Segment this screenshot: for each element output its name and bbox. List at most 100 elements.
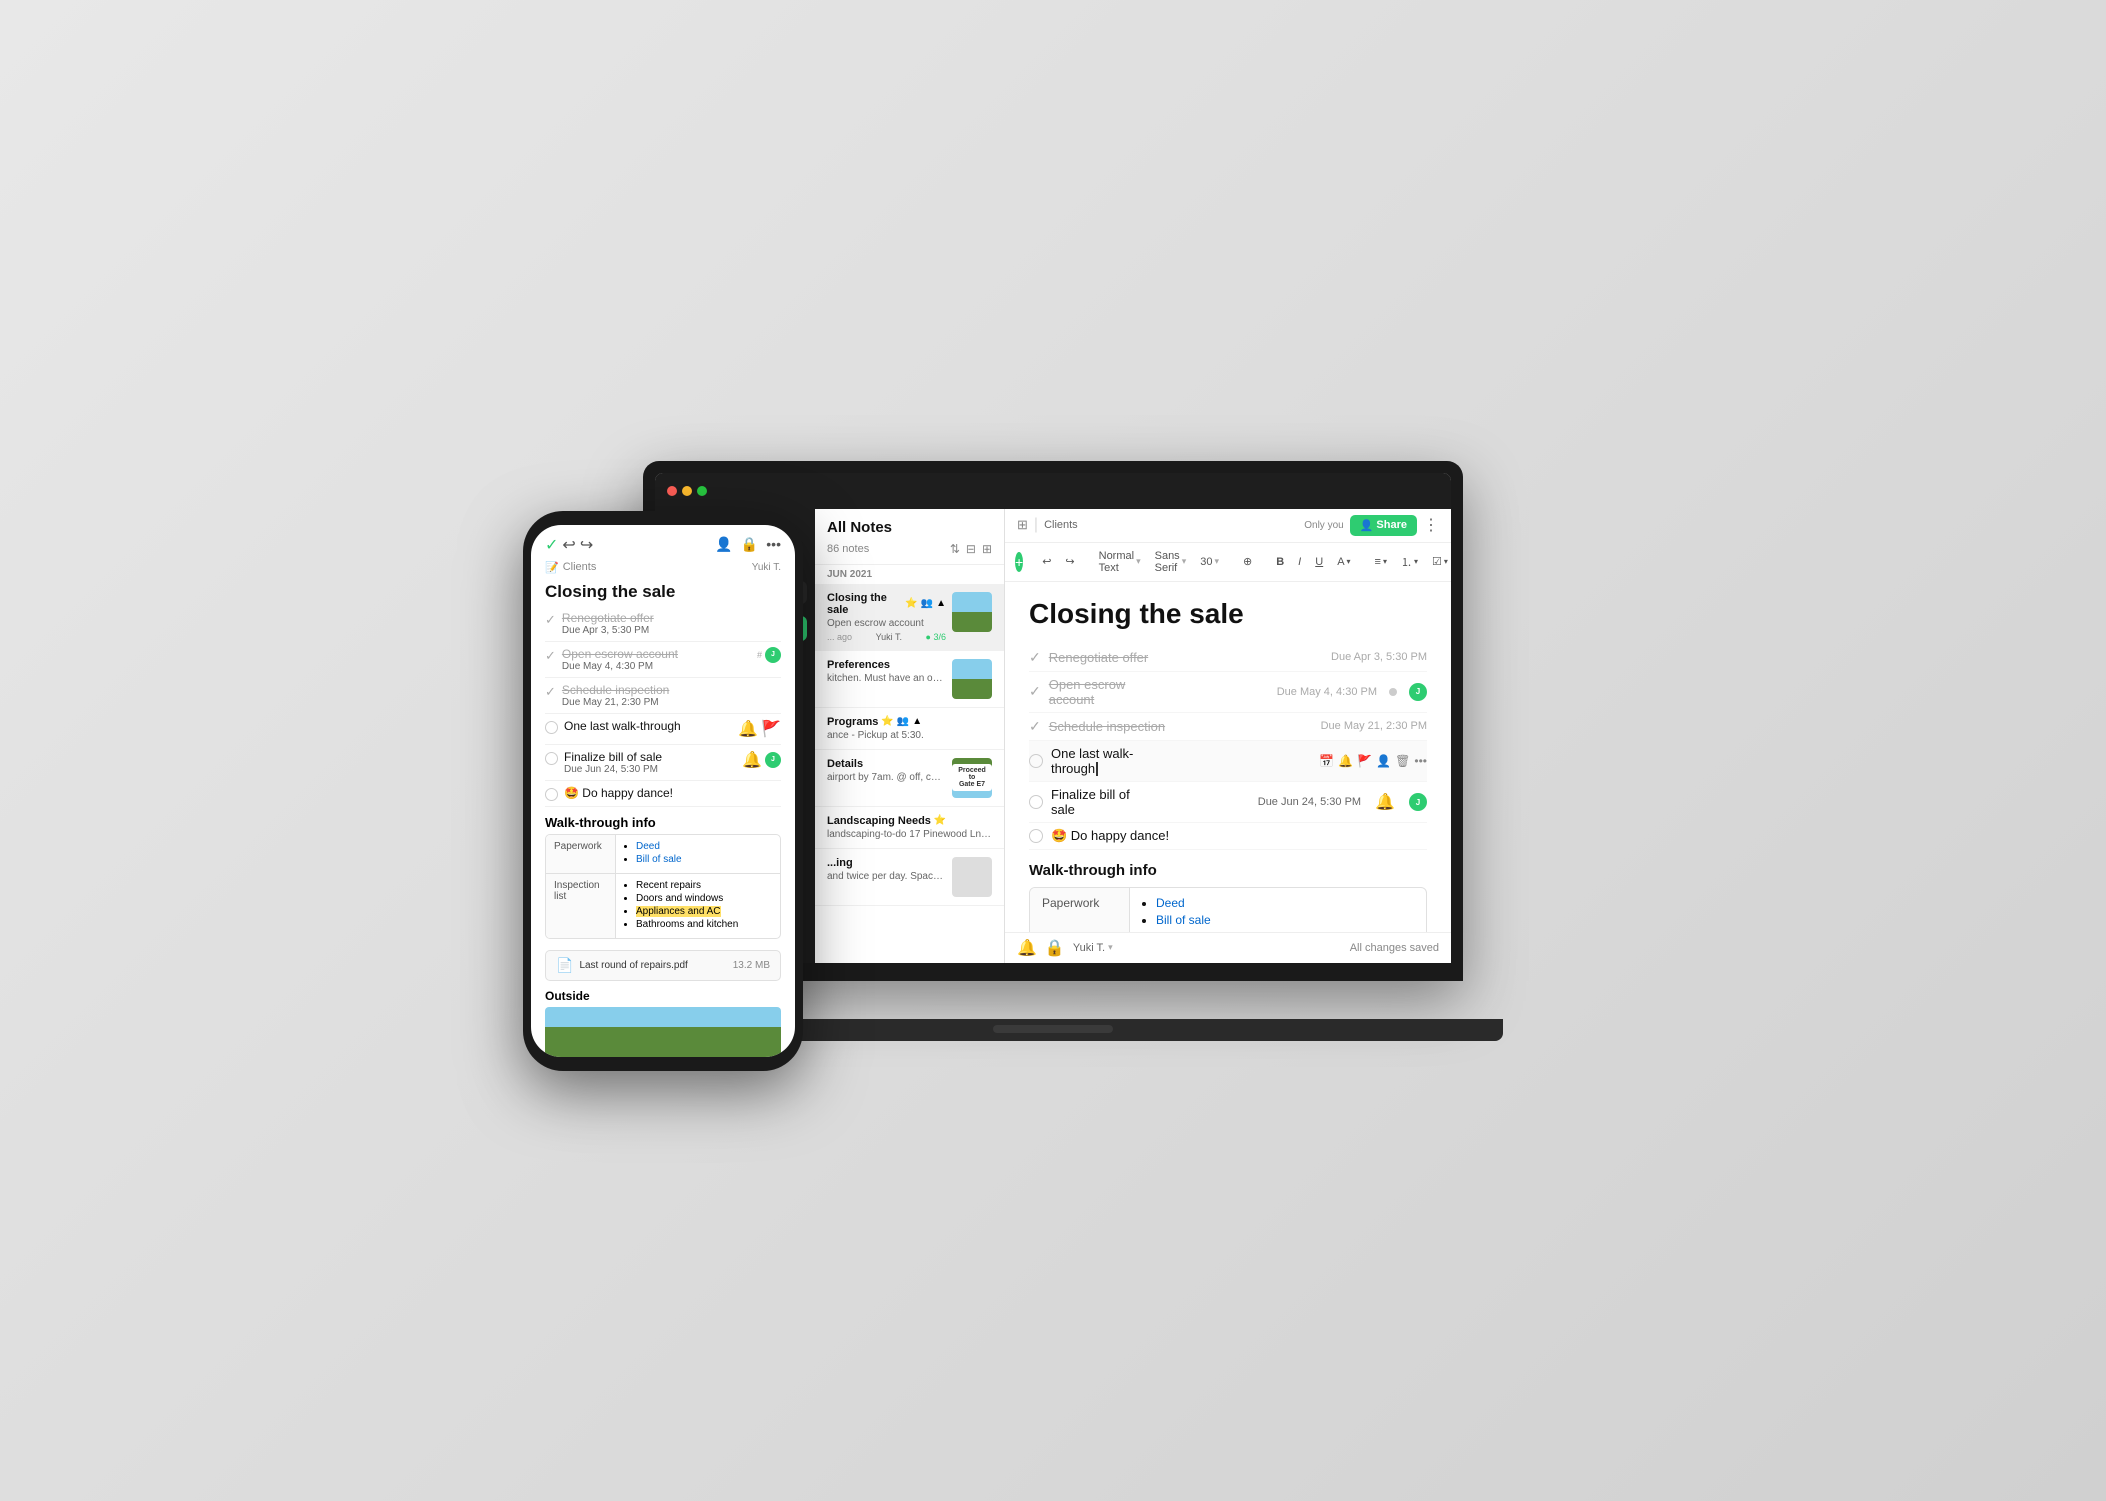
task-check-done-icon[interactable]: ✓ <box>1029 649 1041 666</box>
table-key: Inspection list <box>546 874 616 938</box>
add-button[interactable]: + <box>1015 552 1023 572</box>
task-text: 🤩 Do happy dance! <box>564 786 673 800</box>
phone-topbar-icons: 👤 🔒 ••• <box>715 536 781 553</box>
bill-of-sale-link[interactable]: Bill of sale <box>1156 913 1211 927</box>
underline-button[interactable]: U <box>1310 553 1328 571</box>
redo-button[interactable]: ↪ <box>1060 552 1079 571</box>
note-time: ... ago <box>827 632 852 642</box>
task-check-open[interactable] <box>545 721 558 734</box>
note-footer: 🔔 🔒 Yuki T. ▾ All changes saved <box>1005 932 1451 963</box>
avatar: J <box>765 752 781 768</box>
task-check-done-icon[interactable]: ✓ <box>1029 718 1041 735</box>
undo-button[interactable]: ↩ <box>1037 552 1056 571</box>
notes-date-group: JUN 2021 <box>815 565 1004 584</box>
trash-icon[interactable]: 🗑 <box>1395 754 1410 768</box>
note-thumbnail <box>952 592 992 632</box>
task-text: 🤩 Do happy dance! <box>1051 828 1427 844</box>
note-item[interactable]: Programs ⭐ 👥 ▲ ance - Pickup at 5:30. <box>815 708 1004 750</box>
task-text: Schedule inspection <box>562 683 669 697</box>
flag-icon[interactable]: 🚩 <box>1357 754 1372 768</box>
bell-icon: 🔔 <box>1375 792 1395 812</box>
laptop-topbar <box>655 473 1451 509</box>
task-due: Due Apr 3, 5:30 PM <box>562 625 654 636</box>
task-due: Due May 21, 2:30 PM <box>1321 720 1427 732</box>
deed-link[interactable]: Deed <box>1156 896 1185 910</box>
task-check-open[interactable] <box>1029 754 1043 768</box>
grid-icon[interactable]: ⊞ <box>982 542 992 556</box>
bold-button[interactable]: B <box>1271 553 1289 571</box>
task-due: Due Jun 24, 5:30 PM <box>1258 796 1361 808</box>
share-button[interactable]: 👤 Share <box>1350 515 1417 536</box>
phone-info-table: Paperwork Deed Bill of sale Inspection l… <box>545 834 781 939</box>
task-text: Renegotiate offer <box>1049 650 1182 665</box>
task-check-open[interactable] <box>1029 829 1043 843</box>
list-item: Bathrooms and kitchen <box>636 919 772 930</box>
more-options-icon[interactable]: ⋮ <box>1423 515 1439 535</box>
person-icon[interactable]: 👤 <box>1376 754 1391 768</box>
section-heading: Walk-through info <box>1029 862 1427 879</box>
task-check-open[interactable] <box>545 752 558 765</box>
note-item[interactable]: Preferences kitchen. Must have an outter… <box>815 651 1004 708</box>
task-item: Finalize bill of sale Due Jun 24, 5:30 P… <box>1029 782 1427 823</box>
task-check-done-icon[interactable]: ✓ <box>545 612 556 628</box>
task-check-done-icon[interactable]: ✓ <box>545 684 556 700</box>
bell-icon[interactable]: 🔔 <box>1017 938 1037 958</box>
font-size-dropdown[interactable]: 30 ▾ <box>1195 553 1224 571</box>
phone: ✓ ↩ ↪ 👤 🔒 ••• 📝 Clients Yuki T. <box>523 511 803 1071</box>
filter-icon[interactable]: ⇅ <box>950 542 960 556</box>
outside-image <box>545 1007 781 1057</box>
text-style-dropdown[interactable]: Normal Text ▾ <box>1094 547 1146 577</box>
calendar-icon[interactable]: 📅 <box>1319 754 1334 768</box>
note-item[interactable]: Landscaping Needs ⭐ landscaping-to-do 17… <box>815 807 1004 849</box>
deed-link[interactable]: Deed <box>636 841 660 852</box>
numbered-list-button[interactable]: ⒈ ▾ <box>1396 551 1423 573</box>
pdf-size: 13.2 MB <box>733 960 770 971</box>
notes-list-header: All Notes 86 notes ⇅ ⊟ ⊞ <box>815 509 1004 565</box>
back-icon[interactable]: ✓ <box>545 535 558 555</box>
insert-button[interactable]: ⊕ <box>1238 552 1257 571</box>
bullet-list-button[interactable]: ≡ ▾ <box>1370 553 1392 571</box>
font-dropdown[interactable]: Sans Serif ▾ <box>1150 547 1192 577</box>
funnel-icon[interactable]: ⊟ <box>966 542 976 556</box>
bell-icon[interactable]: 🔔 <box>1338 754 1353 768</box>
footer-user[interactable]: Yuki T. ▾ <box>1073 942 1113 954</box>
undo-icon[interactable]: ↩ <box>562 535 575 555</box>
table-row: Paperwork Deed Bill of sale <box>1030 888 1426 931</box>
list-item: Doors and windows <box>636 893 772 904</box>
italic-button[interactable]: I <box>1293 553 1306 571</box>
note-preview: Open escrow account <box>827 618 946 629</box>
note-item[interactable]: ...ing and twice per day. Space ... hour… <box>815 849 1004 906</box>
chevron-down-icon: ▾ <box>1214 556 1219 567</box>
phone-tasks: ✓ Renegotiate offer Due Apr 3, 5:30 PM ✓… <box>531 606 795 950</box>
task-item: 🤩 Do happy dance! <box>1029 823 1427 850</box>
font-color-button[interactable]: A ▾ <box>1332 553 1355 571</box>
bill-of-sale-link[interactable]: Bill of sale <box>636 854 682 865</box>
task-check-done-icon[interactable]: ✓ <box>545 648 556 664</box>
phone-pdf-attachment[interactable]: 📄 Last round of repairs.pdf 13.2 MB <box>545 950 781 981</box>
table-key: Paperwork <box>1030 888 1130 931</box>
more-options-icon[interactable]: ••• <box>766 536 781 553</box>
chevron-down-icon: ▾ <box>1182 556 1187 567</box>
redo-icon[interactable]: ↪ <box>580 535 593 555</box>
table-val: Recent repairs Doors and windows Applian… <box>616 874 780 938</box>
note-thumbnail <box>952 659 992 699</box>
more-icon[interactable]: ••• <box>1414 754 1427 768</box>
note-item[interactable]: Details airport by 7am. @ off, check tra… <box>815 750 1004 807</box>
task-check-open[interactable] <box>545 788 558 801</box>
flag-icon: 🚩 <box>761 719 781 739</box>
lock-icon[interactable]: 🔒 <box>1045 938 1065 958</box>
notes-list-icons: ⇅ ⊟ ⊞ <box>950 542 992 556</box>
task-check-open[interactable] <box>1029 795 1043 809</box>
phone-note-user: Yuki T. <box>752 562 781 573</box>
task-check-done-icon[interactable]: ✓ <box>1029 683 1041 700</box>
person-icon[interactable]: 👤 <box>715 536 732 553</box>
breadcrumb-icon: ⊞ <box>1017 517 1028 533</box>
table-key: Paperwork <box>546 835 616 873</box>
lock-icon[interactable]: 🔒 <box>741 536 758 553</box>
notes-count: 86 notes <box>827 543 869 555</box>
task-text: Open escrow account <box>562 647 678 661</box>
phone-section-heading: Walk-through info <box>545 815 781 830</box>
task-action-icons: 📅 🔔 🚩 👤 🗑 ••• <box>1319 754 1427 768</box>
note-item[interactable]: Closing the sale ⭐ 👥 ▲ Open escrow accou… <box>815 584 1004 651</box>
checklist-button[interactable]: ☑ ▾ <box>1427 552 1451 571</box>
